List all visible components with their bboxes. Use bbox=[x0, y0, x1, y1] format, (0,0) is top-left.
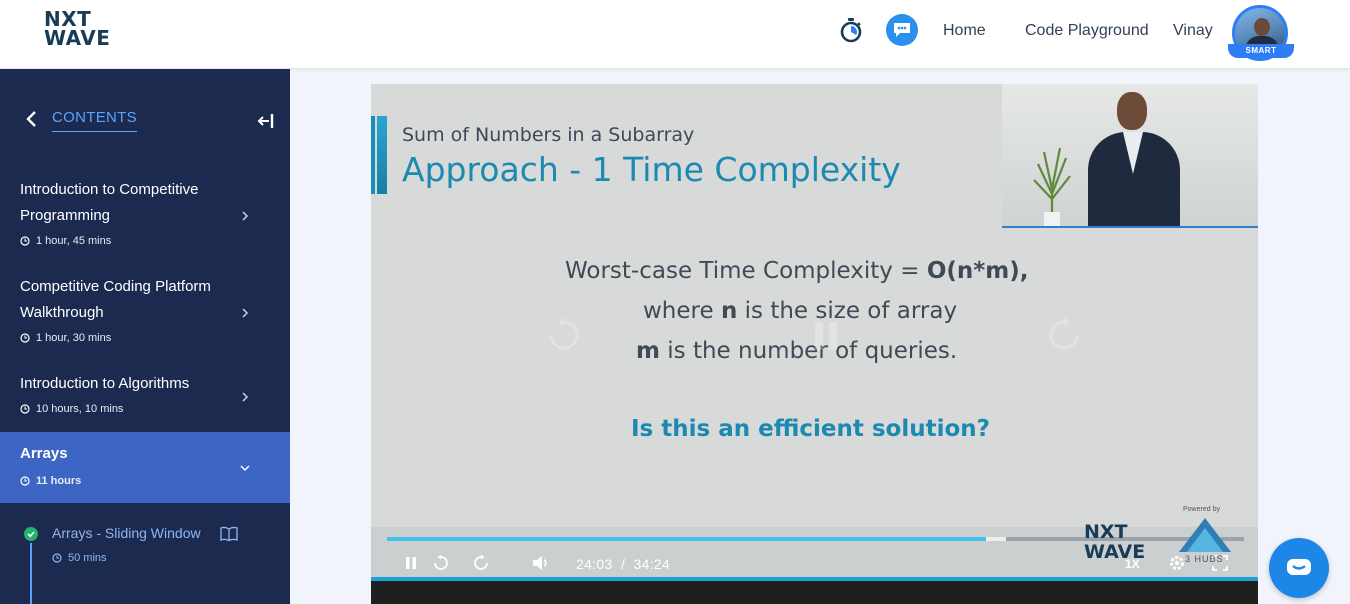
course-title: Competitive Coding Platform Walkthrough bbox=[20, 278, 211, 321]
pause-icon[interactable] bbox=[402, 554, 420, 572]
course-duration: 1 hour, 30 mins bbox=[20, 332, 111, 344]
slide-line-1: Worst-case Time Complexity = O(n*m), bbox=[565, 258, 1029, 284]
progress-connector-line bbox=[30, 543, 32, 604]
slide-subtitle: Sum of Numbers in a Subarray bbox=[402, 124, 695, 146]
chat-bubble-icon[interactable] bbox=[886, 14, 918, 46]
nav-code-playground[interactable]: Code Playground bbox=[1025, 22, 1149, 40]
slide-title: Approach - 1 Time Complexity bbox=[402, 150, 901, 189]
logo-line2: WAVE bbox=[44, 26, 111, 50]
course-duration: 10 hours, 10 mins bbox=[20, 403, 123, 415]
nxtwave-logo[interactable]: NXT WAVE bbox=[44, 9, 111, 50]
contents-sidebar: CONTENTS Introduction to Competitive Pro… bbox=[0, 69, 290, 604]
slide-question: Is this an efficient solution? bbox=[631, 416, 990, 442]
course-item-intro-competitive[interactable]: Introduction to Competitive Programming … bbox=[0, 172, 290, 258]
sub-item-duration: 50 mins bbox=[52, 552, 107, 564]
clock-icon bbox=[52, 553, 62, 563]
rewind-10-overlay-icon[interactable] bbox=[547, 316, 581, 356]
course-item-arrays[interactable]: Arrays 11 hours bbox=[0, 432, 290, 503]
sub-item-title[interactable]: Arrays - Sliding Window bbox=[52, 525, 201, 541]
plant-image bbox=[1033, 147, 1071, 226]
slide-accent-bar bbox=[371, 116, 375, 194]
course-title: Arrays bbox=[20, 445, 68, 462]
progress-fill[interactable] bbox=[387, 537, 986, 541]
chevron-right-icon bbox=[238, 209, 252, 223]
pause-overlay-icon[interactable] bbox=[809, 316, 843, 356]
hubs-label: 3 HUBS bbox=[1185, 554, 1224, 564]
stopwatch-icon[interactable] bbox=[835, 14, 867, 46]
chevron-down-icon[interactable] bbox=[238, 461, 252, 475]
smart-badge: SMART bbox=[1228, 44, 1294, 58]
collapse-sidebar-icon[interactable] bbox=[256, 111, 276, 131]
top-header: NXT WAVE Home Code Playground Vinay SMAR… bbox=[0, 0, 1350, 69]
course-duration: 11 hours bbox=[20, 475, 81, 487]
course-duration: 1 hour, 45 mins bbox=[20, 235, 111, 247]
course-item-platform-walkthrough[interactable]: Competitive Coding Platform Walkthrough … bbox=[0, 269, 290, 355]
clock-icon bbox=[20, 404, 30, 414]
course-item-intro-algorithms[interactable]: Introduction to Algorithms 10 hours, 10 … bbox=[0, 366, 290, 428]
rewind-10-icon[interactable] bbox=[432, 554, 450, 572]
clock-icon bbox=[20, 476, 30, 486]
chat-icon bbox=[1287, 559, 1311, 575]
course-title: Introduction to Algorithms bbox=[20, 375, 190, 392]
support-chat-button[interactable] bbox=[1269, 538, 1329, 598]
clock-icon bbox=[20, 333, 30, 343]
chevron-right-icon bbox=[238, 306, 252, 320]
back-chevron-icon[interactable] bbox=[22, 109, 40, 129]
slide-line-3: m is the number of queries. bbox=[636, 338, 958, 364]
volume-icon[interactable] bbox=[532, 554, 550, 572]
user-name[interactable]: Vinay bbox=[1173, 22, 1213, 40]
video-player[interactable]: Sum of Numbers in a Subarray Approach - … bbox=[371, 84, 1258, 604]
contents-title[interactable]: CONTENTS bbox=[52, 109, 137, 132]
forward-10-overlay-icon[interactable] bbox=[1047, 316, 1081, 356]
course-title: Introduction to Competitive Programming bbox=[20, 181, 199, 224]
slide-accent-bar bbox=[377, 116, 387, 194]
time-display: 24:03 / 34:24 bbox=[576, 556, 671, 572]
forward-10-icon[interactable] bbox=[472, 554, 490, 572]
powered-by-label: Powered by bbox=[1183, 506, 1220, 513]
video-letterbox bbox=[371, 581, 1258, 604]
nxtwave-watermark-logo: NXT WAVE bbox=[1084, 521, 1146, 563]
clock-icon bbox=[20, 236, 30, 246]
nav-home[interactable]: Home bbox=[943, 22, 986, 40]
slide-line-2: where n is the size of array bbox=[643, 298, 958, 324]
chevron-right-icon bbox=[238, 390, 252, 404]
presenter-video bbox=[1002, 84, 1258, 228]
book-icon[interactable] bbox=[220, 526, 238, 542]
completed-check-icon bbox=[24, 527, 38, 541]
